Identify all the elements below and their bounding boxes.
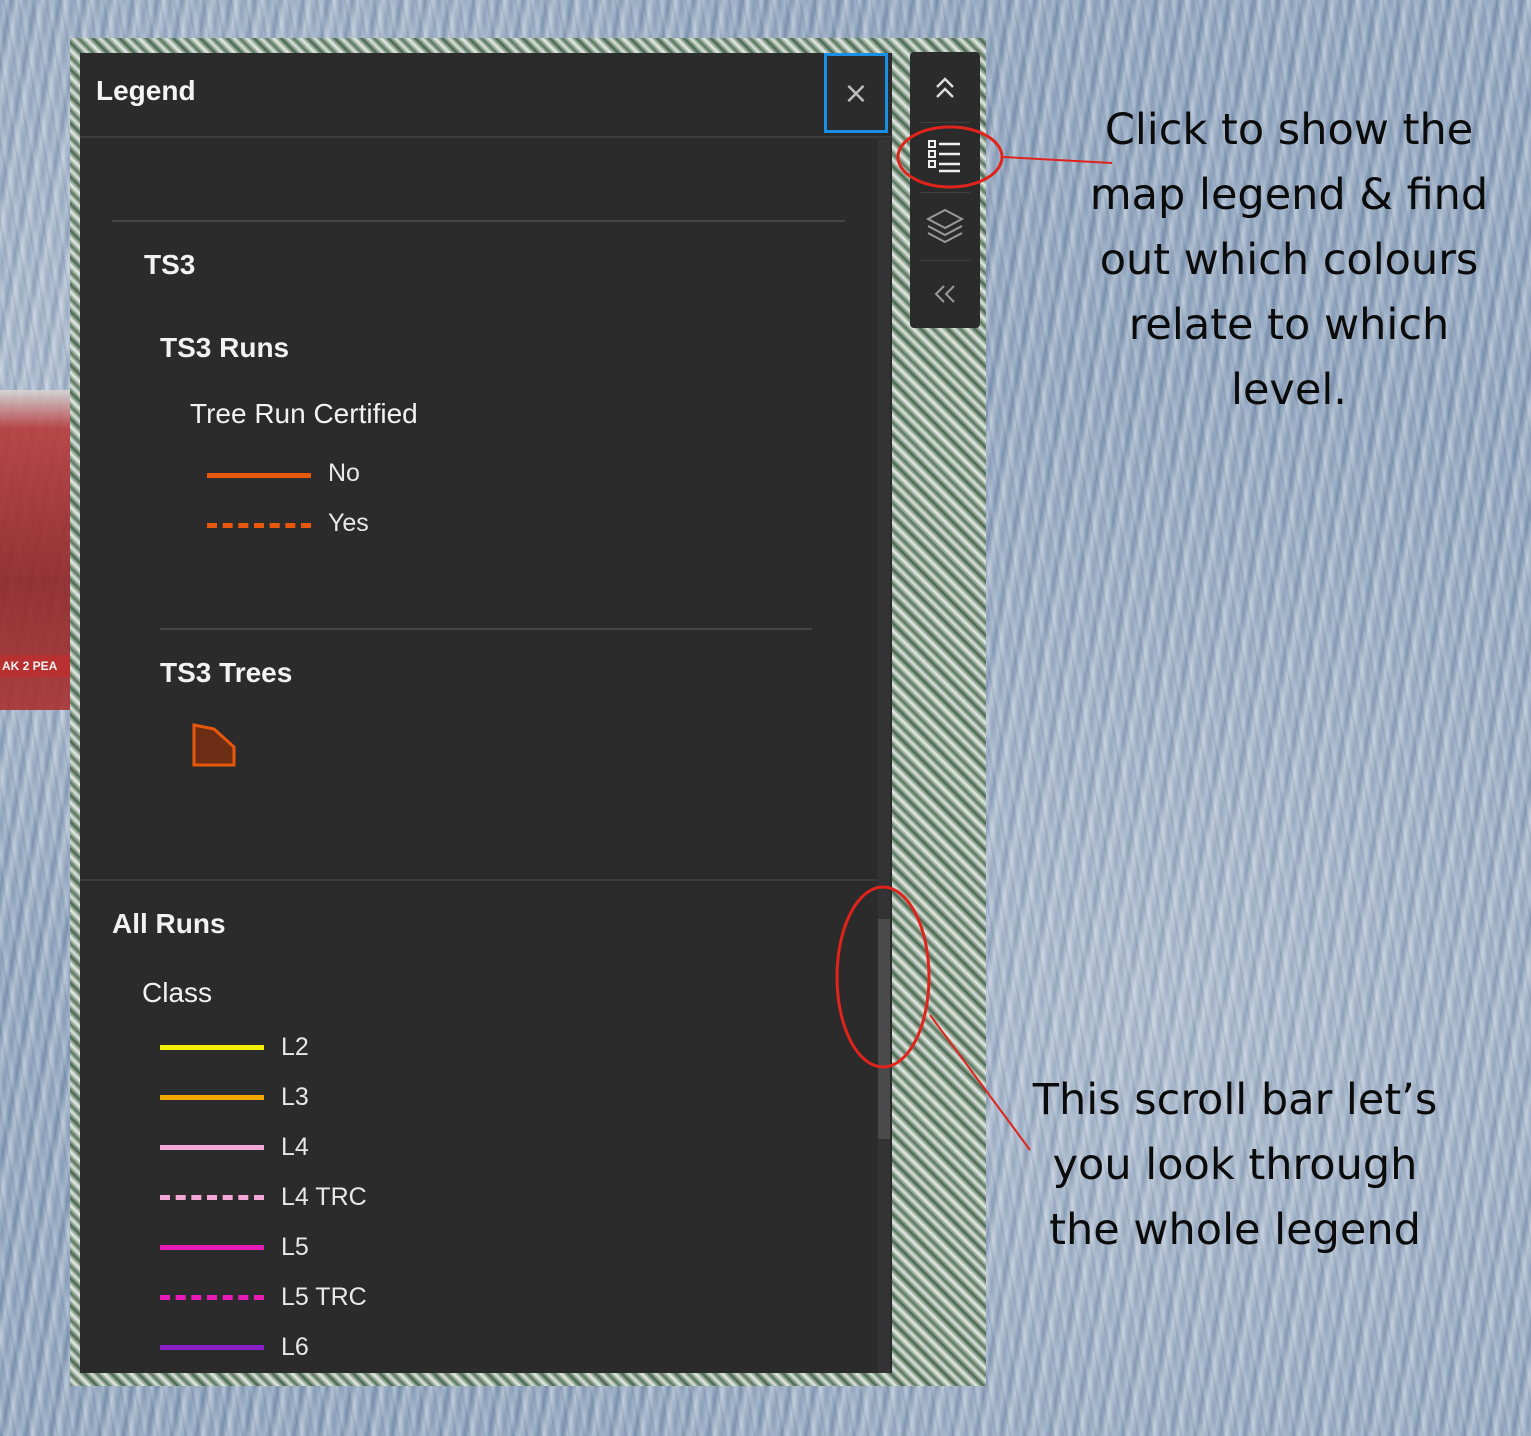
legend-list-icon	[928, 140, 960, 173]
legend-scrollbar-thumb[interactable]	[878, 919, 890, 1139]
line-swatch	[160, 1095, 264, 1100]
collapse-up-button[interactable]	[910, 56, 980, 120]
legend-panel: Legend × TS3 TS3 Runs Tree Run Certified…	[80, 53, 892, 1373]
scroll-hint-text: This scroll bar let’s you look through t…	[1010, 1068, 1460, 1263]
legend-item-label: L5 TRC	[281, 1283, 367, 1311]
legend-item-label: L5	[281, 1233, 309, 1261]
legend-divider	[80, 879, 878, 881]
annotation-line: relate to which	[1128, 300, 1450, 350]
annotation-line: level.	[1231, 365, 1347, 415]
legend-header: Legend ×	[80, 53, 892, 138]
legend-item-label: L6	[281, 1333, 309, 1361]
legend-item-label: Yes	[328, 509, 369, 537]
collapse-left-button[interactable]	[910, 262, 980, 326]
legend-item-label: L2	[281, 1033, 309, 1061]
legend-button[interactable]	[910, 124, 980, 188]
close-button[interactable]: ×	[824, 53, 888, 133]
annotation-line: you look through	[1052, 1140, 1418, 1190]
annotation-line: This scroll bar let’s	[1032, 1075, 1438, 1125]
legend-item-label: L4	[281, 1133, 309, 1161]
legend-item-label: No	[328, 459, 360, 487]
line-swatch	[160, 1145, 264, 1150]
ts3-layer-title: TS3	[144, 249, 196, 280]
ts3-runs-title: TS3 Runs	[160, 332, 290, 363]
double-chevron-up-icon	[936, 77, 954, 98]
line-swatch	[207, 473, 311, 478]
line-swatch	[160, 1295, 264, 1300]
close-icon: ×	[843, 75, 869, 111]
map-toolbar	[910, 52, 980, 328]
legend-divider	[160, 628, 812, 630]
annotation-line: the whole legend	[1049, 1205, 1421, 1255]
annotation-line: map legend & find	[1089, 170, 1489, 220]
ts3-runs-field: Tree Run Certified	[190, 398, 418, 429]
legend-item-label: L3	[281, 1083, 309, 1111]
layers-button[interactable]	[910, 194, 980, 258]
legend-scrollbar[interactable]	[878, 139, 890, 1373]
double-chevron-left-icon	[934, 285, 955, 303]
all-runs-field: Class	[142, 977, 213, 1008]
gondola-label: AK 2 PEA	[0, 655, 74, 677]
ts3-trees-title: TS3 Trees	[160, 657, 293, 688]
line-swatch	[160, 1195, 264, 1200]
layers-icon	[925, 208, 965, 244]
line-swatch	[160, 1245, 264, 1250]
line-swatch	[207, 523, 311, 528]
annotation-line: out which colours	[1099, 235, 1479, 285]
legend-title: Legend	[96, 75, 196, 106]
annotation-line: Click to show the	[1104, 105, 1474, 155]
legend-hint-text: Click to show the map legend & find out …	[1080, 98, 1498, 423]
all-runs-title: All Runs	[112, 908, 226, 939]
legend-item-label: L4 TRC	[281, 1183, 367, 1211]
polygon-swatch-icon	[192, 723, 236, 767]
line-swatch	[160, 1045, 264, 1050]
line-swatch	[160, 1345, 264, 1350]
legend-divider	[112, 220, 845, 222]
